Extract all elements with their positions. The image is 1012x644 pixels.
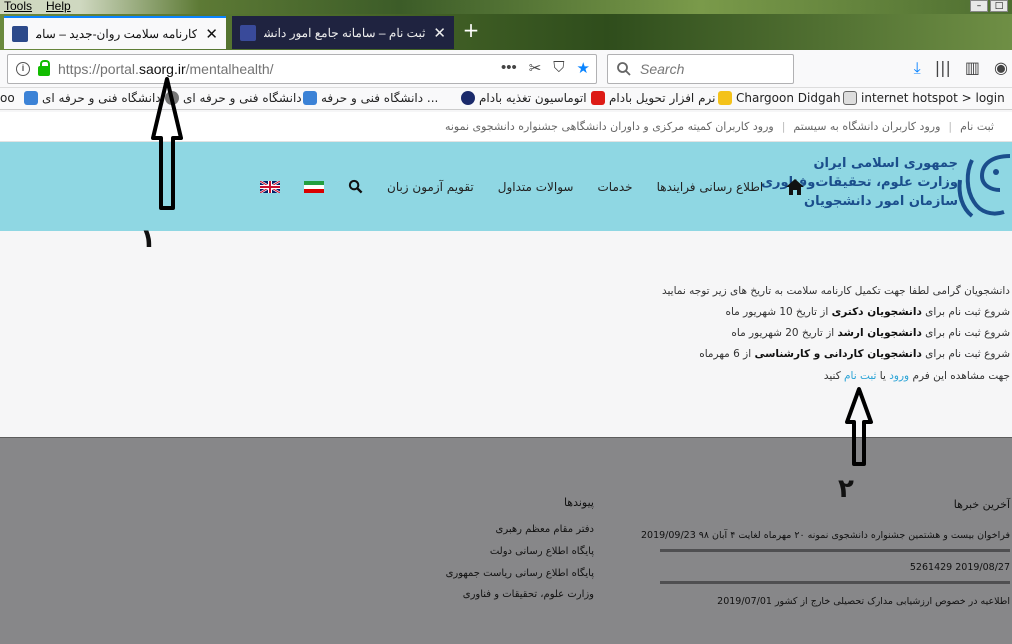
latest-news-title: آخرین خبرها xyxy=(953,498,1010,511)
bookmark-item[interactable]: نرم افزار تحویل بادام xyxy=(591,91,715,105)
nav-services[interactable]: خدمات xyxy=(598,180,633,194)
phd-registration-line: شروع ثبت نام برای دانشجویان دکتری از تار… xyxy=(725,306,1010,318)
minimize-button[interactable]: – xyxy=(970,0,988,12)
news-item[interactable]: فراخوان بیست و هشتمین جشنواره دانشجوی نم… xyxy=(641,530,1010,541)
tab-title: ثبت نام – سامانه جامع امور دانشجوی xyxy=(264,25,426,40)
bookmark-star-icon[interactable]: ★ xyxy=(577,59,590,77)
url-text[interactable]: https://portal.saorg.ir/mentalhealth/ xyxy=(58,61,274,77)
saorg-logo-icon[interactable] xyxy=(952,150,1012,222)
bachelor-registration-line: شروع ثبت نام برای دانشجویان کاردانی و کا… xyxy=(699,348,1010,360)
menu-help[interactable]: Help xyxy=(46,0,71,13)
links-title: پیوندها xyxy=(563,496,594,509)
bookmark-item[interactable]: internet hotspot > login xyxy=(843,91,1005,105)
address-bar[interactable]: i https://portal.saorg.ir/mentalhealth/ … xyxy=(7,54,597,84)
university-login-link[interactable]: ورود کاربران دانشگاه به سیستم xyxy=(793,120,940,133)
news-divider xyxy=(660,549,1010,552)
footer-link[interactable]: دفتر مقام معظم رهبری xyxy=(496,524,594,535)
login-link[interactable]: ورود xyxy=(889,370,909,382)
close-tab-icon[interactable]: ✕ xyxy=(205,25,218,43)
site-footer: آخرین خبرها فراخوان بیست و هشتمین جشنوار… xyxy=(0,437,1012,644)
register-link[interactable]: ثبت نام xyxy=(844,370,876,382)
annotation-label-1: ۱ xyxy=(140,224,156,254)
library-icon[interactable]: ||| xyxy=(935,58,951,78)
search-placeholder: Search xyxy=(640,61,685,77)
lock-icon xyxy=(38,60,50,76)
annotation-arrow-up-icon xyxy=(845,387,873,466)
committee-login-link[interactable]: ورود کاربران کمیته مرکزی و داوران دانشگا… xyxy=(445,120,774,133)
uk-flag-icon[interactable] xyxy=(260,180,280,193)
bookmark-item[interactable]: Chargoon Didgah xyxy=(718,91,841,105)
pocket-icon[interactable]: ⛉ xyxy=(553,59,564,77)
account-icon[interactable]: ◉ xyxy=(994,58,1008,78)
annotation-label-2: ۲ xyxy=(838,474,854,504)
masters-registration-line: شروع ثبت نام برای دانشجویان ارشد از تاری… xyxy=(731,327,1010,339)
bookmark-item[interactable]: دانشگاه فنی و حرفه ای xyxy=(24,91,161,105)
r-icon xyxy=(461,91,475,105)
saorg-favicon-icon xyxy=(12,25,28,42)
nav-language-exam-calendar[interactable]: تقویم آزمون زبان xyxy=(387,180,474,194)
screenshot-icon[interactable]: ✂ xyxy=(529,59,542,77)
maximize-button[interactable]: □ xyxy=(990,0,1008,12)
saorg-favicon-icon xyxy=(240,24,256,41)
bookmark-item[interactable]: دانشگاه فنی و حرفه ... xyxy=(303,91,438,105)
login-register-line: جهت مشاهده این فرم ورود یا ثبت نام کنید xyxy=(823,370,1010,382)
nav-faq[interactable]: سوالات متداول xyxy=(498,180,574,194)
bookmark-item[interactable]: دانشگاه فنی و حرفه ای xyxy=(165,91,302,105)
footer-link[interactable]: وزارت علوم، تحقیقات و فناوری xyxy=(463,589,594,600)
iran-flag-icon[interactable] xyxy=(304,180,324,193)
window-controls: – □ xyxy=(970,0,1008,12)
bookmark-item[interactable]: اتوماسیون تغذیه بادام xyxy=(461,91,587,105)
tab-mental-health[interactable]: کارنامه سلامت روان-جدید – سامانه ✕ xyxy=(4,16,226,49)
home-icon[interactable] xyxy=(785,178,805,196)
intro-text: دانشجویان گرامی لطفا جهت تکمیل کارنامه س… xyxy=(661,285,1010,297)
search-icon xyxy=(617,62,631,76)
news-item[interactable]: 2019/08/27 5261429 xyxy=(660,562,1010,573)
search-input[interactable]: Search xyxy=(607,54,794,84)
download-icon[interactable]: ⤓ xyxy=(914,58,921,78)
bookmark-item[interactable]: oo xyxy=(0,91,15,105)
sidebar-icon[interactable]: ▥ xyxy=(965,58,980,78)
bookmark-icon xyxy=(843,91,857,105)
page-actions-icon[interactable]: ••• xyxy=(501,59,517,77)
tab-registration[interactable]: ثبت نام – سامانه جامع امور دانشجوی ✕ xyxy=(232,16,454,49)
chargoon-icon xyxy=(718,91,732,105)
news-divider xyxy=(660,581,1010,584)
footer-link[interactable]: پایگاه اطلاع رسانی دولت xyxy=(490,546,594,557)
angular-icon xyxy=(591,91,605,105)
main-nav: اطلاع رسانی فرایندها خدمات سوالات متداول… xyxy=(236,142,805,231)
info-icon[interactable]: i xyxy=(16,62,30,76)
bookmark-icon xyxy=(24,91,38,105)
new-tab-button[interactable]: + xyxy=(460,16,482,46)
news-item[interactable]: اطلاعیه در خصوص ارزشیابی مدارک تحصیلی خا… xyxy=(660,596,1010,607)
nav-process-info[interactable]: اطلاع رسانی فرایندها xyxy=(657,180,764,194)
annotation-arrow-up-icon xyxy=(151,77,183,210)
search-icon[interactable] xyxy=(348,179,363,194)
footer-link[interactable]: پایگاه اطلاع رسانی ریاست جمهوری xyxy=(446,568,594,579)
menu-bar: Tools Help – □ xyxy=(0,0,1012,14)
close-tab-icon[interactable]: ✕ xyxy=(433,24,446,42)
menu-tools[interactable]: Tools xyxy=(4,0,32,13)
tab-title: کارنامه سلامت روان-جدید – سامانه xyxy=(36,26,198,41)
tab-bar: کارنامه سلامت روان-جدید – سامانه ✕ ثبت ن… xyxy=(0,14,1012,50)
bookmark-icon xyxy=(303,91,317,105)
register-link[interactable]: ثبت نام xyxy=(960,120,994,133)
